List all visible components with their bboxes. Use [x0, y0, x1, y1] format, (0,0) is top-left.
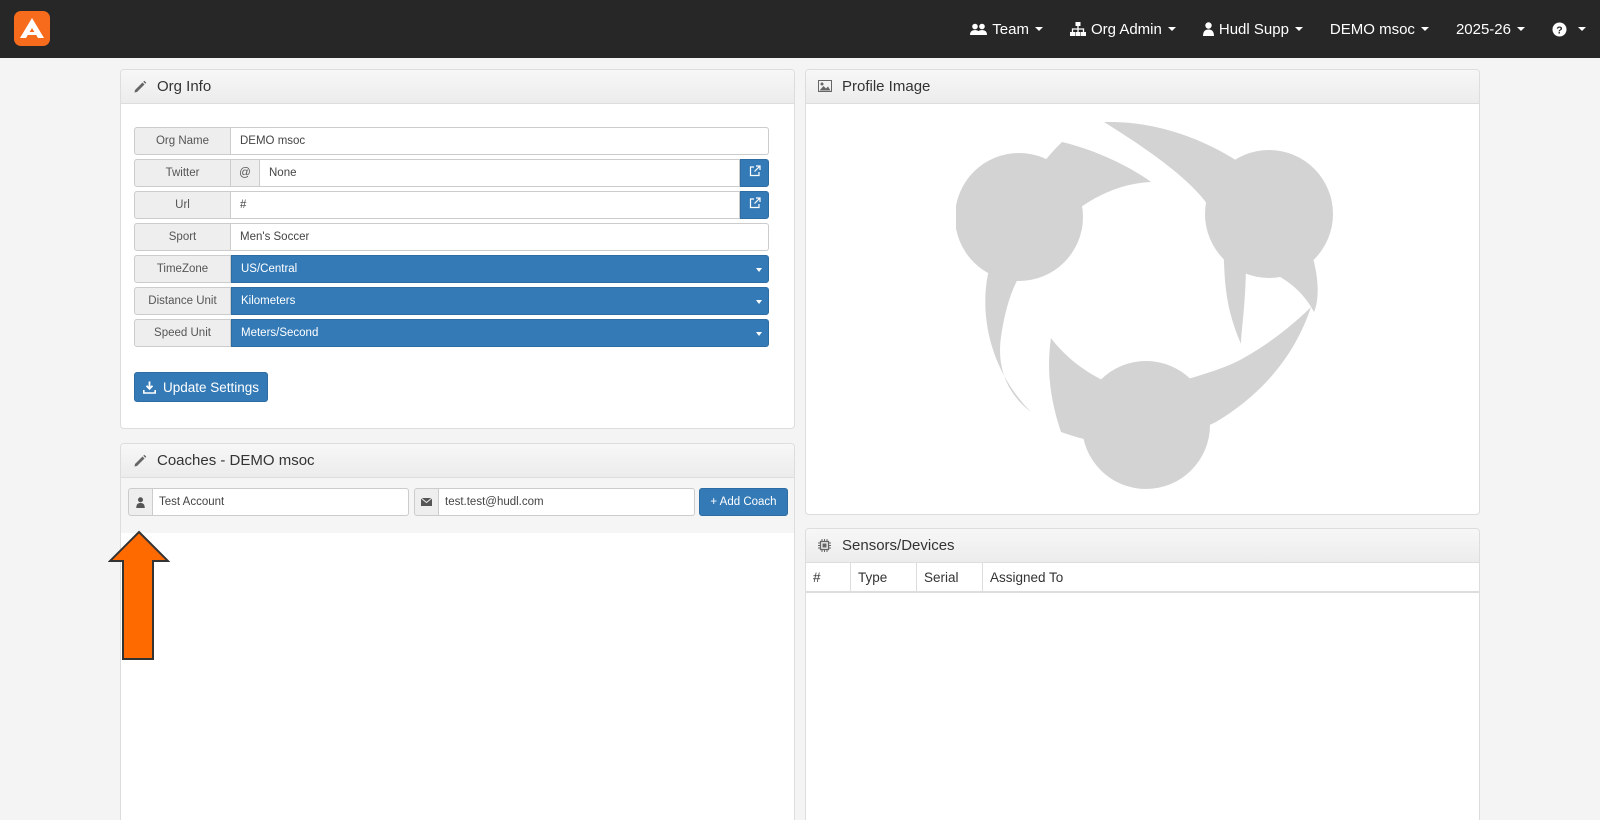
update-settings-button[interactable]: Update Settings: [134, 372, 268, 402]
coaches-panel: Coaches - DEMO msoc Test Account test.te…: [120, 443, 795, 820]
org-info-heading: Org Info: [121, 70, 794, 104]
hudl-logo[interactable]: [14, 11, 50, 46]
sitemap-icon: [1069, 22, 1086, 36]
distance-unit-row: Distance Unit Kilometers: [134, 287, 769, 315]
pencil-icon: [133, 80, 147, 94]
speed-unit-label: Speed Unit: [134, 319, 231, 347]
update-settings-label: Update Settings: [162, 379, 260, 395]
nav-org-admin-label: Org Admin: [1090, 20, 1162, 38]
nav-user-label: Hudl Supp: [1218, 20, 1289, 38]
svg-text:?: ?: [1556, 24, 1562, 36]
column-header-assigned-to[interactable]: Assigned To: [983, 563, 1479, 591]
url-open-button[interactable]: [740, 191, 769, 219]
user-icon: [1202, 22, 1214, 36]
help-icon: ?: [1552, 22, 1567, 37]
speed-unit-value: Meters/Second: [241, 327, 319, 339]
external-link-icon: [749, 164, 761, 182]
sensors-title: Sensors/Devices: [842, 537, 955, 554]
column-header-type[interactable]: Type: [851, 563, 917, 591]
users-icon: [970, 23, 988, 36]
nav-menu: Team Org Admin Hudl Supp DEMO msoc 2025-…: [943, 0, 1586, 58]
chevron-down-icon: [756, 300, 762, 304]
coach-name-input[interactable]: Test Account: [153, 488, 409, 516]
timezone-label: TimeZone: [134, 255, 231, 283]
chevron-down-icon: [1294, 27, 1303, 31]
column-header-serial[interactable]: Serial: [917, 563, 983, 591]
distance-unit-label: Distance Unit: [134, 287, 231, 315]
nav-team-label: Team: [992, 20, 1029, 38]
org-info-title: Org Info: [157, 78, 212, 95]
speed-unit-select[interactable]: Meters/Second: [231, 319, 769, 347]
twitter-label: Twitter: [134, 159, 231, 187]
timezone-row: TimeZone US/Central: [134, 255, 769, 283]
nav-org-label: DEMO msoc: [1329, 20, 1415, 38]
twitter-input[interactable]: None: [260, 159, 740, 187]
annotation-arrow: [107, 530, 171, 667]
download-icon: [142, 381, 156, 394]
nav-help[interactable]: ?: [1552, 22, 1586, 37]
coach-email-group: test.test@hudl.com: [414, 488, 695, 516]
external-link-icon: [749, 196, 761, 214]
url-label: Url: [134, 191, 231, 219]
coaches-title: Coaches - DEMO msoc: [157, 452, 315, 469]
twitter-open-button[interactable]: [740, 159, 769, 187]
column-header-number[interactable]: #: [806, 563, 851, 591]
nav-season-select[interactable]: 2025-26: [1456, 21, 1525, 38]
profile-image-title: Profile Image: [842, 78, 931, 95]
chevron-down-icon: [1167, 27, 1176, 31]
url-input[interactable]: #: [231, 191, 740, 219]
profile-image-heading: Profile Image: [806, 70, 1479, 104]
org-name-label: Org Name: [134, 127, 231, 155]
image-icon: [818, 79, 832, 94]
nav-org-select[interactable]: DEMO msoc: [1330, 21, 1429, 38]
org-info-panel: Org Info Org Name DEMO msoc Twitter @ No…: [120, 69, 795, 429]
at-sign-addon: @: [231, 159, 260, 187]
profile-image-panel: Profile Image: [805, 69, 1480, 515]
org-name-input[interactable]: DEMO msoc: [231, 127, 769, 155]
timezone-select[interactable]: US/Central: [231, 255, 769, 283]
nav-org-admin[interactable]: Org Admin: [1069, 20, 1176, 38]
sport-label: Sport: [134, 223, 231, 251]
nav-season-label: 2025-26: [1455, 20, 1511, 38]
sensors-heading: Sensors/Devices: [806, 529, 1479, 563]
sport-input[interactable]: Men's Soccer: [231, 223, 769, 251]
chevron-down-icon: [1420, 27, 1429, 31]
timezone-value: US/Central: [241, 263, 298, 275]
envelope-icon: [414, 488, 439, 516]
twitter-row: Twitter @ None: [134, 159, 769, 187]
top-navbar: Team Org Admin Hudl Supp DEMO msoc 2025-…: [0, 0, 1600, 58]
chevron-down-icon: [756, 332, 762, 336]
sensors-panel: Sensors/Devices # Type Serial Assigned T…: [805, 528, 1480, 820]
chevron-down-icon: [756, 268, 762, 272]
coach-email-input[interactable]: test.test@hudl.com: [439, 488, 695, 516]
distance-unit-select[interactable]: Kilometers: [231, 287, 769, 315]
org-name-row: Org Name DEMO msoc: [134, 127, 769, 155]
nav-user[interactable]: Hudl Supp: [1202, 20, 1303, 38]
coaches-heading: Coaches - DEMO msoc: [121, 444, 794, 478]
chevron-down-icon: [1034, 27, 1043, 31]
user-icon: [128, 488, 153, 516]
default-profile-logo: [955, 121, 1336, 507]
pencil-icon: [133, 454, 147, 468]
url-row: Url #: [134, 191, 769, 219]
distance-unit-value: Kilometers: [241, 295, 296, 307]
coach-name-group: Test Account: [128, 488, 409, 516]
chevron-down-icon: [1517, 27, 1525, 31]
sensors-table-header: # Type Serial Assigned To: [806, 563, 1479, 593]
sport-row: Sport Men's Soccer: [134, 223, 769, 251]
nav-team[interactable]: Team: [970, 21, 1043, 38]
add-coach-form: Test Account test.test@hudl.com + Add Co…: [121, 478, 794, 533]
chip-icon: [818, 538, 832, 553]
add-coach-button[interactable]: + Add Coach: [699, 488, 788, 516]
chevron-down-icon: [1578, 27, 1586, 31]
speed-unit-row: Speed Unit Meters/Second: [134, 319, 769, 347]
